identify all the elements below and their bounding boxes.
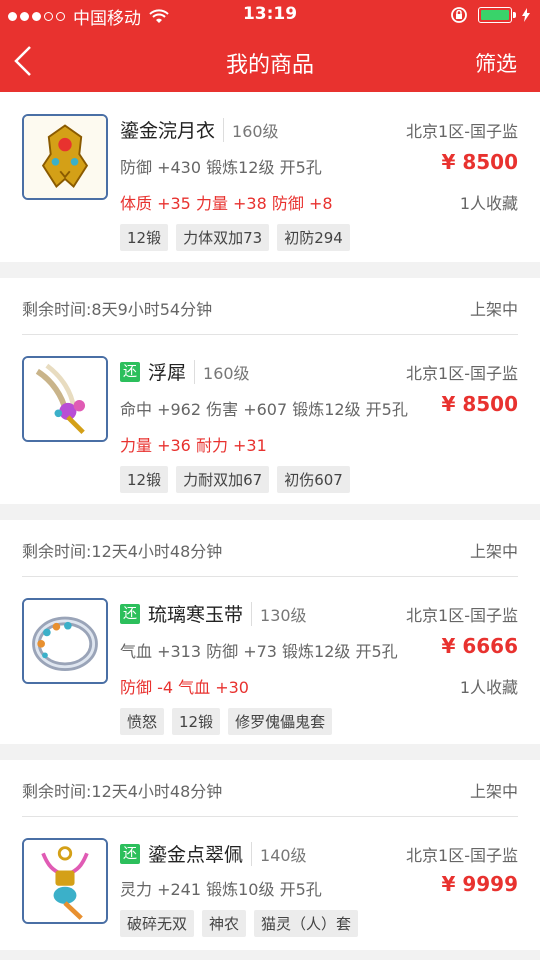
divider: [22, 576, 518, 577]
time-remaining: 剩余时间:12天4小时48分钟: [22, 782, 223, 801]
tag: 12锻: [120, 224, 169, 251]
pendant-icon: [24, 840, 106, 922]
tag-list: 破碎无双 神农 猫灵（人）套: [120, 910, 359, 937]
tag: 力体双加73: [176, 224, 270, 251]
item-bonus: 力量 +36 耐力 +31: [120, 436, 267, 455]
item-price: ¥ 8500: [441, 150, 518, 174]
tag: 愤怒: [120, 708, 165, 735]
item-name: 浮犀: [148, 362, 187, 384]
item-name-row: 还 浮犀 160级: [120, 358, 250, 385]
item-thumbnail: [22, 598, 108, 684]
status-right: [450, 6, 530, 24]
listing-status: 上架中: [469, 300, 518, 319]
favorites-count: 1人收藏: [459, 678, 518, 697]
item-thumbnail: [22, 356, 108, 442]
item-bonus: 体质 +35 力量 +38 防御 +8: [120, 194, 333, 213]
status-bar: 中国移动 13:19: [0, 0, 540, 30]
item-price: ¥ 6666: [441, 634, 518, 658]
tag: 力耐双加67: [176, 466, 270, 493]
item-name-row: 还 鎏金点翠佩 140级: [120, 840, 307, 867]
tag-list: 12锻 力耐双加67 初伤607: [120, 466, 350, 493]
server-label: 北京1区-国子监: [406, 122, 518, 141]
filter-button[interactable]: 筛选: [475, 48, 517, 78]
product-card[interactable]: 剩余时间:12天4小时48分钟 上架中 还 鎏金点翠佩 140级 北京1区-国子…: [0, 760, 540, 950]
item-name: 鎏金点翠佩: [148, 844, 244, 866]
time-row: 剩余时间:12天4小时48分钟 上架中: [22, 778, 518, 802]
server-label: 北京1区-国子监: [406, 846, 518, 865]
returnable-badge: 还: [120, 843, 140, 864]
listing-status: 上架中: [469, 782, 518, 801]
divider: [22, 816, 518, 817]
time-row: 剩余时间:8天9小时54分钟 上架中: [22, 296, 518, 320]
tag: 初防294: [277, 224, 350, 251]
tag: 修罗傀儡鬼套: [228, 708, 333, 735]
item-level: 130级: [251, 601, 307, 626]
listing-status: 上架中: [469, 542, 518, 561]
tag: 12锻: [120, 466, 169, 493]
tag: 猫灵（人）套: [254, 910, 359, 937]
tag: 初伤607: [277, 466, 350, 493]
claw-weapon-icon: [24, 358, 106, 440]
page-title: 我的商品: [225, 53, 314, 78]
item-level: 160级: [194, 359, 250, 384]
product-card[interactable]: 鎏金浣月衣 160级 北京1区-国子监 防御 +430 锻炼12级 开5孔 ¥ …: [0, 92, 540, 262]
item-name: 鎏金浣月衣: [120, 120, 216, 142]
nav-bar: 我的商品 筛选: [0, 30, 540, 92]
tag: 破碎无双: [120, 910, 195, 937]
battery-icon: [478, 7, 516, 23]
belt-icon: [24, 600, 106, 682]
item-level: 160级: [223, 117, 279, 142]
time-remaining: 剩余时间:8天9小时54分钟: [22, 300, 213, 319]
item-price: ¥ 8500: [441, 392, 518, 416]
armor-icon: [24, 116, 106, 198]
tag-list: 愤怒 12锻 修罗傀儡鬼套: [120, 708, 333, 735]
item-thumbnail: [22, 838, 108, 924]
time-row: 剩余时间:12天4小时48分钟 上架中: [22, 538, 518, 562]
charging-bolt-icon: [522, 8, 530, 22]
server-label: 北京1区-国子监: [406, 606, 518, 625]
tag-list: 12锻 力体双加73 初防294: [120, 224, 350, 251]
item-level: 140级: [251, 841, 307, 866]
item-attributes: 命中 +962 伤害 +607 锻炼12级 开5孔: [120, 400, 408, 419]
item-attributes: 气血 +313 防御 +73 锻炼12级 开5孔: [120, 642, 398, 661]
item-attributes: 灵力 +241 锻炼10级 开5孔: [120, 880, 322, 899]
item-name-row: 鎏金浣月衣 160级: [120, 116, 279, 143]
item-name-row: 还 琉璃寒玉带 130级: [120, 600, 307, 627]
returnable-badge: 还: [120, 603, 140, 624]
item-attributes: 防御 +430 锻炼12级 开5孔: [120, 158, 322, 177]
product-card[interactable]: 剩余时间:8天9小时54分钟 上架中 还 浮犀 160级 北京1区-国子监 命中…: [0, 278, 540, 504]
tag: 12锻: [172, 708, 221, 735]
tag: 神农: [202, 910, 247, 937]
item-price: ¥ 9999: [441, 872, 518, 896]
server-label: 北京1区-国子监: [406, 364, 518, 383]
favorites-count: 1人收藏: [459, 194, 518, 213]
divider: [22, 334, 518, 335]
returnable-badge: 还: [120, 361, 140, 382]
item-bonus: 防御 -4 气血 +30: [120, 678, 249, 697]
item-thumbnail: [22, 114, 108, 200]
product-card[interactable]: 剩余时间:12天4小时48分钟 上架中 还 琉璃寒玉带 130级 北京1区-国子…: [0, 520, 540, 744]
time-remaining: 剩余时间:12天4小时48分钟: [22, 542, 223, 561]
item-name: 琉璃寒玉带: [148, 604, 244, 626]
orientation-lock-icon: [451, 7, 467, 23]
